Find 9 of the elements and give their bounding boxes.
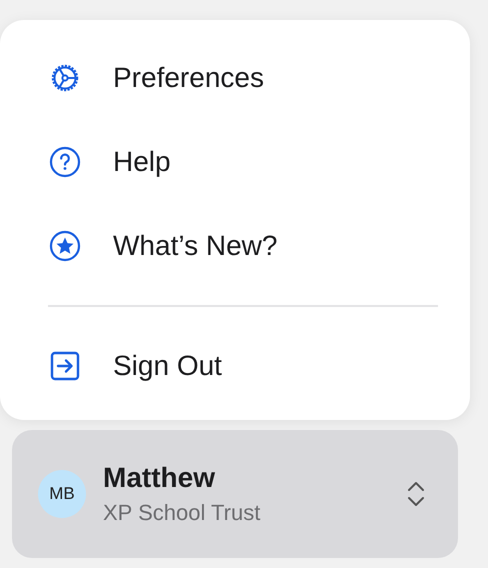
help-icon	[48, 145, 82, 179]
menu-item[interactable]: Help	[0, 120, 470, 204]
sign-out-icon	[48, 349, 82, 383]
account-switcher[interactable]: MB Matthew XP School Trust	[12, 430, 458, 558]
chevron-up-down-icon	[406, 481, 426, 507]
menu-item[interactable]: Sign Out	[0, 324, 470, 408]
menu-item[interactable]: What’s New?	[0, 204, 470, 288]
avatar: MB	[38, 470, 86, 518]
menu-item[interactable]: Preferences	[0, 36, 470, 120]
